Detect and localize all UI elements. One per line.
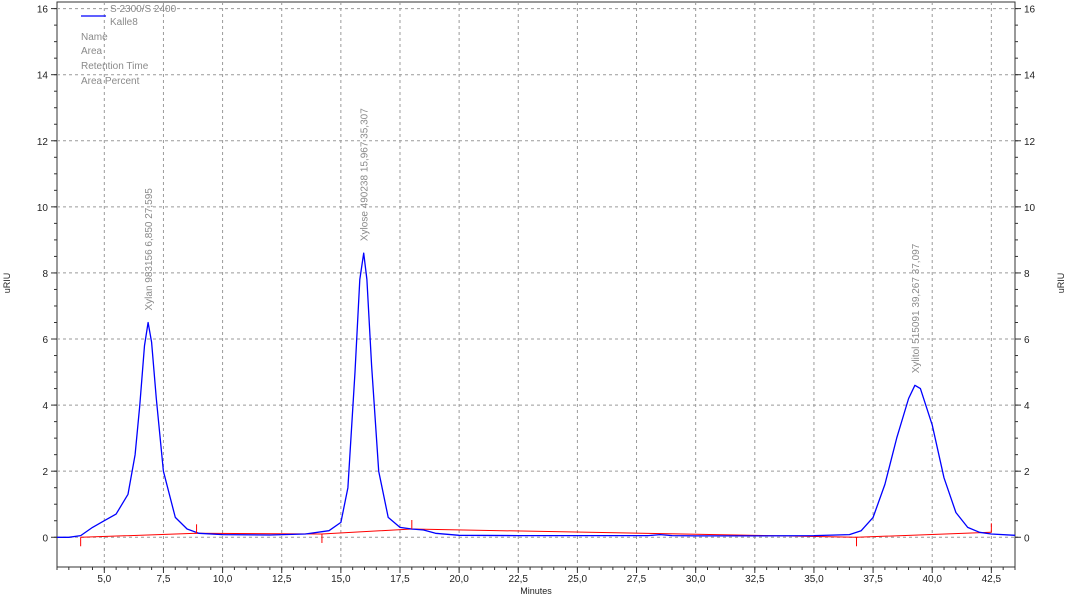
legend-field-retention-time: Retention Time bbox=[81, 61, 149, 72]
x-tick-label: 15,0 bbox=[331, 574, 351, 585]
legend-field-area: Area bbox=[81, 46, 103, 57]
x-tick-label: 32,5 bbox=[745, 574, 765, 585]
signal-trace bbox=[57, 252, 1016, 538]
grid-lines bbox=[57, 2, 1015, 567]
x-tick-label: 12,5 bbox=[272, 574, 292, 585]
y-right-tick-label: 8 bbox=[1024, 269, 1030, 280]
x-tick-label: 30,0 bbox=[686, 574, 706, 585]
chromatogram-chart: 5,0 7,5 10,0 12,5 15,0 17,5 20,0 22,5 25,0 27,5 30… bbox=[2, 1, 1066, 596]
y-left-tick-label: 10 bbox=[37, 203, 49, 214]
x-axis: 5,0 7,5 10,0 12,5 15,0 17,5 20,0 22,5 25,0 27,5 30… bbox=[56, 567, 1016, 585]
x-axis-title: Minutes bbox=[520, 586, 552, 596]
y-left-tick-label: 0 bbox=[42, 533, 48, 544]
legend-detector: S 2300/S 2400 bbox=[110, 4, 177, 15]
y-left-tick-label: 6 bbox=[42, 335, 48, 346]
peak-label: Xylitol 515091 39,267 37,097 bbox=[911, 243, 922, 373]
x-tick-label: 27,5 bbox=[627, 574, 647, 585]
peak-label: Xylan 983156 6,850 27,595 bbox=[144, 188, 155, 311]
x-tick-label: 25,0 bbox=[568, 574, 588, 585]
y-right-tick-label: 10 bbox=[1024, 203, 1036, 214]
y-right-tick-label: 4 bbox=[1024, 401, 1030, 412]
x-tick-label: 7,5 bbox=[156, 574, 170, 585]
x-tick-label: 10,0 bbox=[213, 574, 233, 585]
y-right-tick-label: 14 bbox=[1024, 71, 1036, 82]
x-tick-label: 5,0 bbox=[97, 574, 111, 585]
peak-labels: Xylan 983156 6,850 27,595 Xylose 490238 1… bbox=[144, 108, 922, 373]
y-right-tick-label: 12 bbox=[1024, 137, 1036, 148]
y-axis-left: 0 2 4 6 8 10 12 14 16 bbox=[37, 5, 57, 544]
x-tick-label: 20,0 bbox=[449, 574, 469, 585]
y-left-tick-label: 4 bbox=[42, 401, 48, 412]
y-axis-title-right: uRIU bbox=[1056, 273, 1066, 294]
y-left-tick-label: 14 bbox=[37, 71, 49, 82]
y-right-tick-label: 16 bbox=[1024, 5, 1036, 16]
y-axis-right: 0 2 4 6 8 10 12 14 16 bbox=[1015, 5, 1036, 544]
x-tick-label: 35,0 bbox=[804, 574, 824, 585]
x-tick-label: 42,5 bbox=[982, 574, 1002, 585]
legend-series-name: Kalle8 bbox=[110, 17, 138, 28]
y-right-tick-label: 2 bbox=[1024, 467, 1030, 478]
y-left-tick-label: 12 bbox=[37, 137, 49, 148]
legend-field-area-percent: Area Percent bbox=[81, 76, 140, 87]
x-tick-label: 17,5 bbox=[390, 574, 410, 585]
y-left-tick-label: 2 bbox=[42, 467, 48, 478]
y-left-tick-label: 16 bbox=[37, 5, 49, 16]
x-tick-label: 37,5 bbox=[863, 574, 883, 585]
y-left-tick-label: 8 bbox=[42, 269, 48, 280]
legend-field-name: Name bbox=[81, 32, 108, 43]
y-axis-title-left: uRIU bbox=[2, 273, 12, 294]
plot-frame bbox=[56, 1, 1016, 568]
peak-label: Xylose 490238 15,967 35,307 bbox=[360, 108, 371, 241]
series-group bbox=[57, 252, 1016, 538]
x-tick-label: 40,0 bbox=[922, 574, 942, 585]
x-tick-label: 22,5 bbox=[509, 574, 529, 585]
y-right-tick-label: 6 bbox=[1024, 335, 1030, 346]
y-right-tick-label: 0 bbox=[1024, 533, 1030, 544]
